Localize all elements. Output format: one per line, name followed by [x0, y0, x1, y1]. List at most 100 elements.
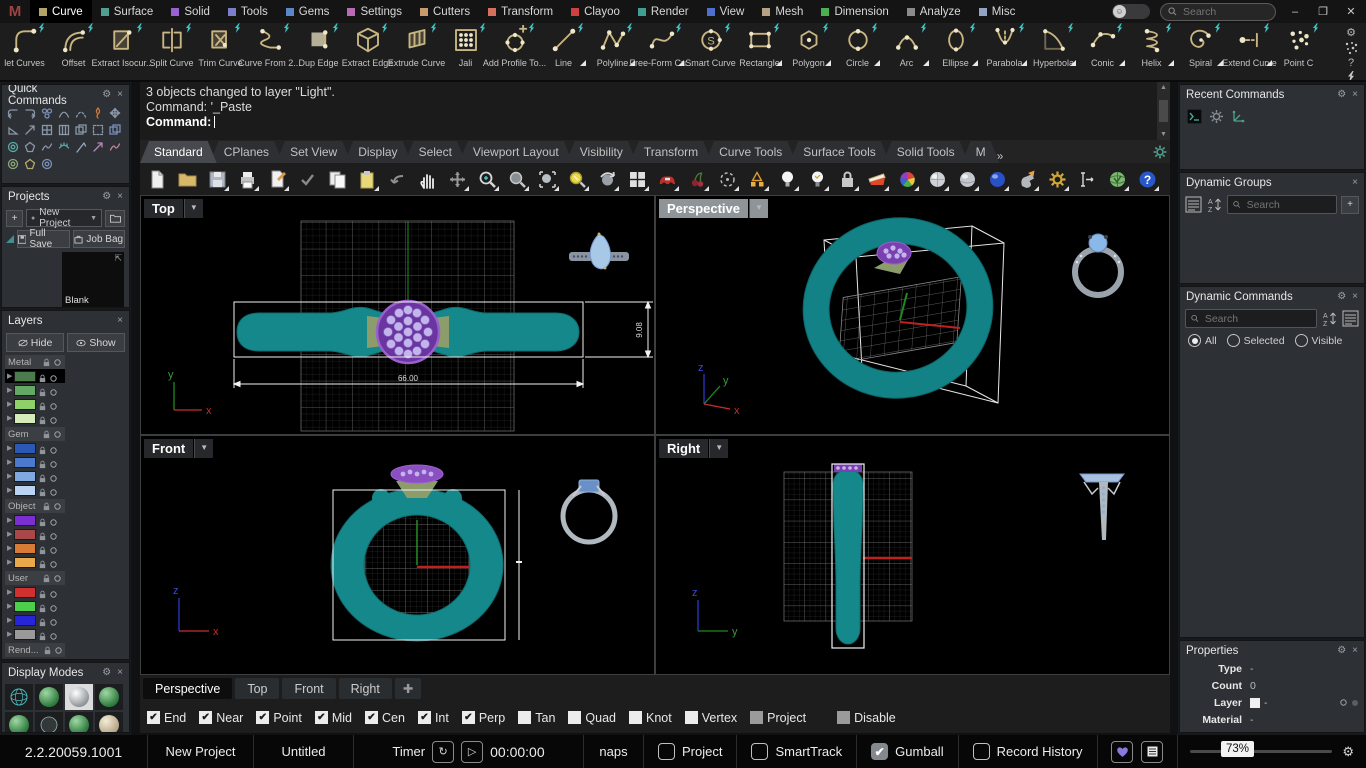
eye-icon[interactable]	[49, 530, 58, 540]
print-button[interactable]	[232, 165, 262, 193]
flyout-arrow[interactable]	[580, 60, 586, 66]
dynamic-commands-search[interactable]	[1185, 309, 1317, 328]
menu-analyze[interactable]: Analyze	[898, 0, 970, 23]
check-button[interactable]	[292, 165, 322, 193]
flyout-arrow[interactable]	[794, 186, 799, 191]
timer-play-button[interactable]: ▷	[461, 740, 484, 763]
viewport-label[interactable]: Top	[144, 199, 183, 218]
panel-gear-icon[interactable]: ⚙	[1337, 89, 1346, 100]
menu-settings[interactable]: Settings	[338, 0, 411, 23]
tab-display[interactable]: Display	[344, 141, 411, 163]
tool-rect[interactable]: Rectangle	[735, 23, 784, 80]
tool-extend[interactable]: Extend Curve	[1222, 23, 1277, 80]
command-history[interactable]: 3 objects changed to layer "Light". Comm…	[140, 82, 1170, 140]
project-name-cell[interactable]: New Project	[148, 735, 254, 768]
ribbon-settings-gear-icon[interactable]: ⚙	[1346, 26, 1356, 39]
flyout-arrow[interactable]	[224, 186, 229, 191]
eye-icon[interactable]	[1339, 698, 1348, 707]
osnap-quad[interactable]: Quad	[568, 711, 616, 725]
list-view-icon[interactable]	[1185, 196, 1202, 213]
zoom-selected-button[interactable]	[532, 165, 562, 193]
flyout-arrow[interactable]	[764, 186, 769, 191]
snaps-label[interactable]: naps	[584, 735, 644, 768]
history-list-icon[interactable]	[1141, 740, 1164, 763]
tool-addprofile[interactable]: Add Profile To...	[483, 23, 546, 80]
show-layers-button[interactable]: Show	[67, 333, 125, 352]
color-wheel-button[interactable]	[892, 165, 922, 193]
flyout-arrow[interactable]	[494, 186, 499, 191]
menu-cutters[interactable]: Cutters	[411, 0, 479, 23]
panel-close-icon[interactable]: ×	[1352, 177, 1358, 188]
eye-icon[interactable]	[53, 502, 62, 511]
layer-row[interactable]: ▶	[5, 541, 65, 555]
sphere-2-button[interactable]	[952, 165, 982, 193]
checkbox-icon[interactable]	[518, 711, 532, 724]
eye-icon[interactable]	[49, 472, 58, 482]
layer-color-swatch[interactable]	[14, 384, 37, 396]
layer-color-swatch[interactable]	[14, 442, 37, 454]
display-mode-ghost[interactable]	[35, 712, 63, 732]
quick-command-button[interactable]	[23, 157, 37, 171]
osnap-perp[interactable]: ✔ Perp	[461, 711, 505, 725]
clayoo-heart-icon[interactable]	[1111, 740, 1134, 763]
osnap-cen[interactable]: ✔ Cen	[365, 711, 405, 725]
cake-slice-button[interactable]	[862, 165, 892, 193]
checkbox-icon[interactable]: ✔	[871, 743, 889, 760]
recent-command-axes-icon[interactable]	[1231, 109, 1246, 124]
quick-command-button[interactable]	[6, 157, 20, 171]
viewport-front[interactable]: z x Front ▼	[140, 435, 655, 675]
quick-command-button[interactable]	[91, 140, 105, 154]
expand-triangle-icon[interactable]: ▶	[7, 373, 12, 380]
checkbox-icon[interactable]: ✔	[256, 711, 270, 724]
eye-icon[interactable]	[49, 458, 58, 468]
panel-close-icon[interactable]: ×	[1352, 89, 1358, 100]
account-toggle[interactable]: ☺	[1112, 4, 1150, 19]
lock-button[interactable]	[832, 165, 862, 193]
checkbox-icon[interactable]	[684, 711, 698, 724]
expand-triangle-icon[interactable]: ▶	[7, 517, 12, 524]
move-button[interactable]	[442, 165, 472, 193]
eye-icon[interactable]	[53, 574, 62, 583]
viewport-menu-arrow-icon[interactable]: ▼	[749, 199, 768, 218]
cluster-head[interactable]	[876, 241, 912, 265]
display-mode-green[interactable]	[5, 712, 33, 732]
checkbox-icon[interactable]	[972, 743, 990, 760]
checkbox-icon[interactable]: ✔	[417, 711, 431, 724]
lock-icon[interactable]	[38, 386, 47, 396]
lock-icon[interactable]	[38, 414, 47, 424]
checkbox-icon[interactable]	[658, 743, 675, 760]
osnap-mid[interactable]: ✔ Mid	[314, 711, 352, 725]
menu-surface[interactable]: Surface	[92, 0, 163, 23]
quick-command-button[interactable]	[57, 140, 71, 154]
display-mode-green[interactable]	[35, 684, 63, 710]
tab-set-view[interactable]: Set View	[276, 141, 351, 163]
expand-triangle-icon[interactable]: ▶	[7, 603, 12, 610]
layer-row[interactable]: ▶	[5, 397, 65, 411]
open-project-folder-button[interactable]	[105, 209, 125, 227]
tool-line[interactable]: Line	[539, 23, 588, 80]
layer-color-swatch[interactable]	[14, 528, 37, 540]
osnap-disable[interactable]: Disable	[837, 711, 896, 725]
menu-gems[interactable]: Gems	[277, 0, 339, 23]
layer-row[interactable]: ▶	[5, 613, 65, 627]
tool-spiral[interactable]: Spiral	[1176, 23, 1225, 80]
command-scrollbar[interactable]: ▲ ▼	[1157, 82, 1170, 140]
layer-row[interactable]: ▶	[5, 585, 65, 599]
layer-color-swatch[interactable]	[14, 412, 37, 424]
flyout-arrow[interactable]	[674, 186, 679, 191]
lock-icon[interactable]	[38, 602, 47, 612]
sort-az-icon[interactable]: AZ	[1206, 196, 1223, 213]
lock-icon[interactable]	[38, 458, 47, 468]
tool-circle[interactable]: Circle	[833, 23, 882, 80]
layer-row[interactable]: ▶	[5, 555, 65, 569]
quick-command-button[interactable]	[108, 106, 122, 120]
project-selector[interactable]: ● New Project ▼	[26, 207, 102, 229]
help-button[interactable]: ?	[1132, 165, 1162, 193]
expand-triangle-icon[interactable]: ▶	[7, 401, 12, 408]
eye-icon[interactable]	[49, 400, 58, 410]
display-mode-green[interactable]	[65, 712, 93, 732]
flyout-arrow[interactable]	[614, 186, 619, 191]
zoom-slider-track[interactable]: 73%	[1189, 741, 1333, 757]
flyout-arrow[interactable]	[874, 60, 880, 66]
layer-row[interactable]: ▶	[5, 483, 65, 497]
